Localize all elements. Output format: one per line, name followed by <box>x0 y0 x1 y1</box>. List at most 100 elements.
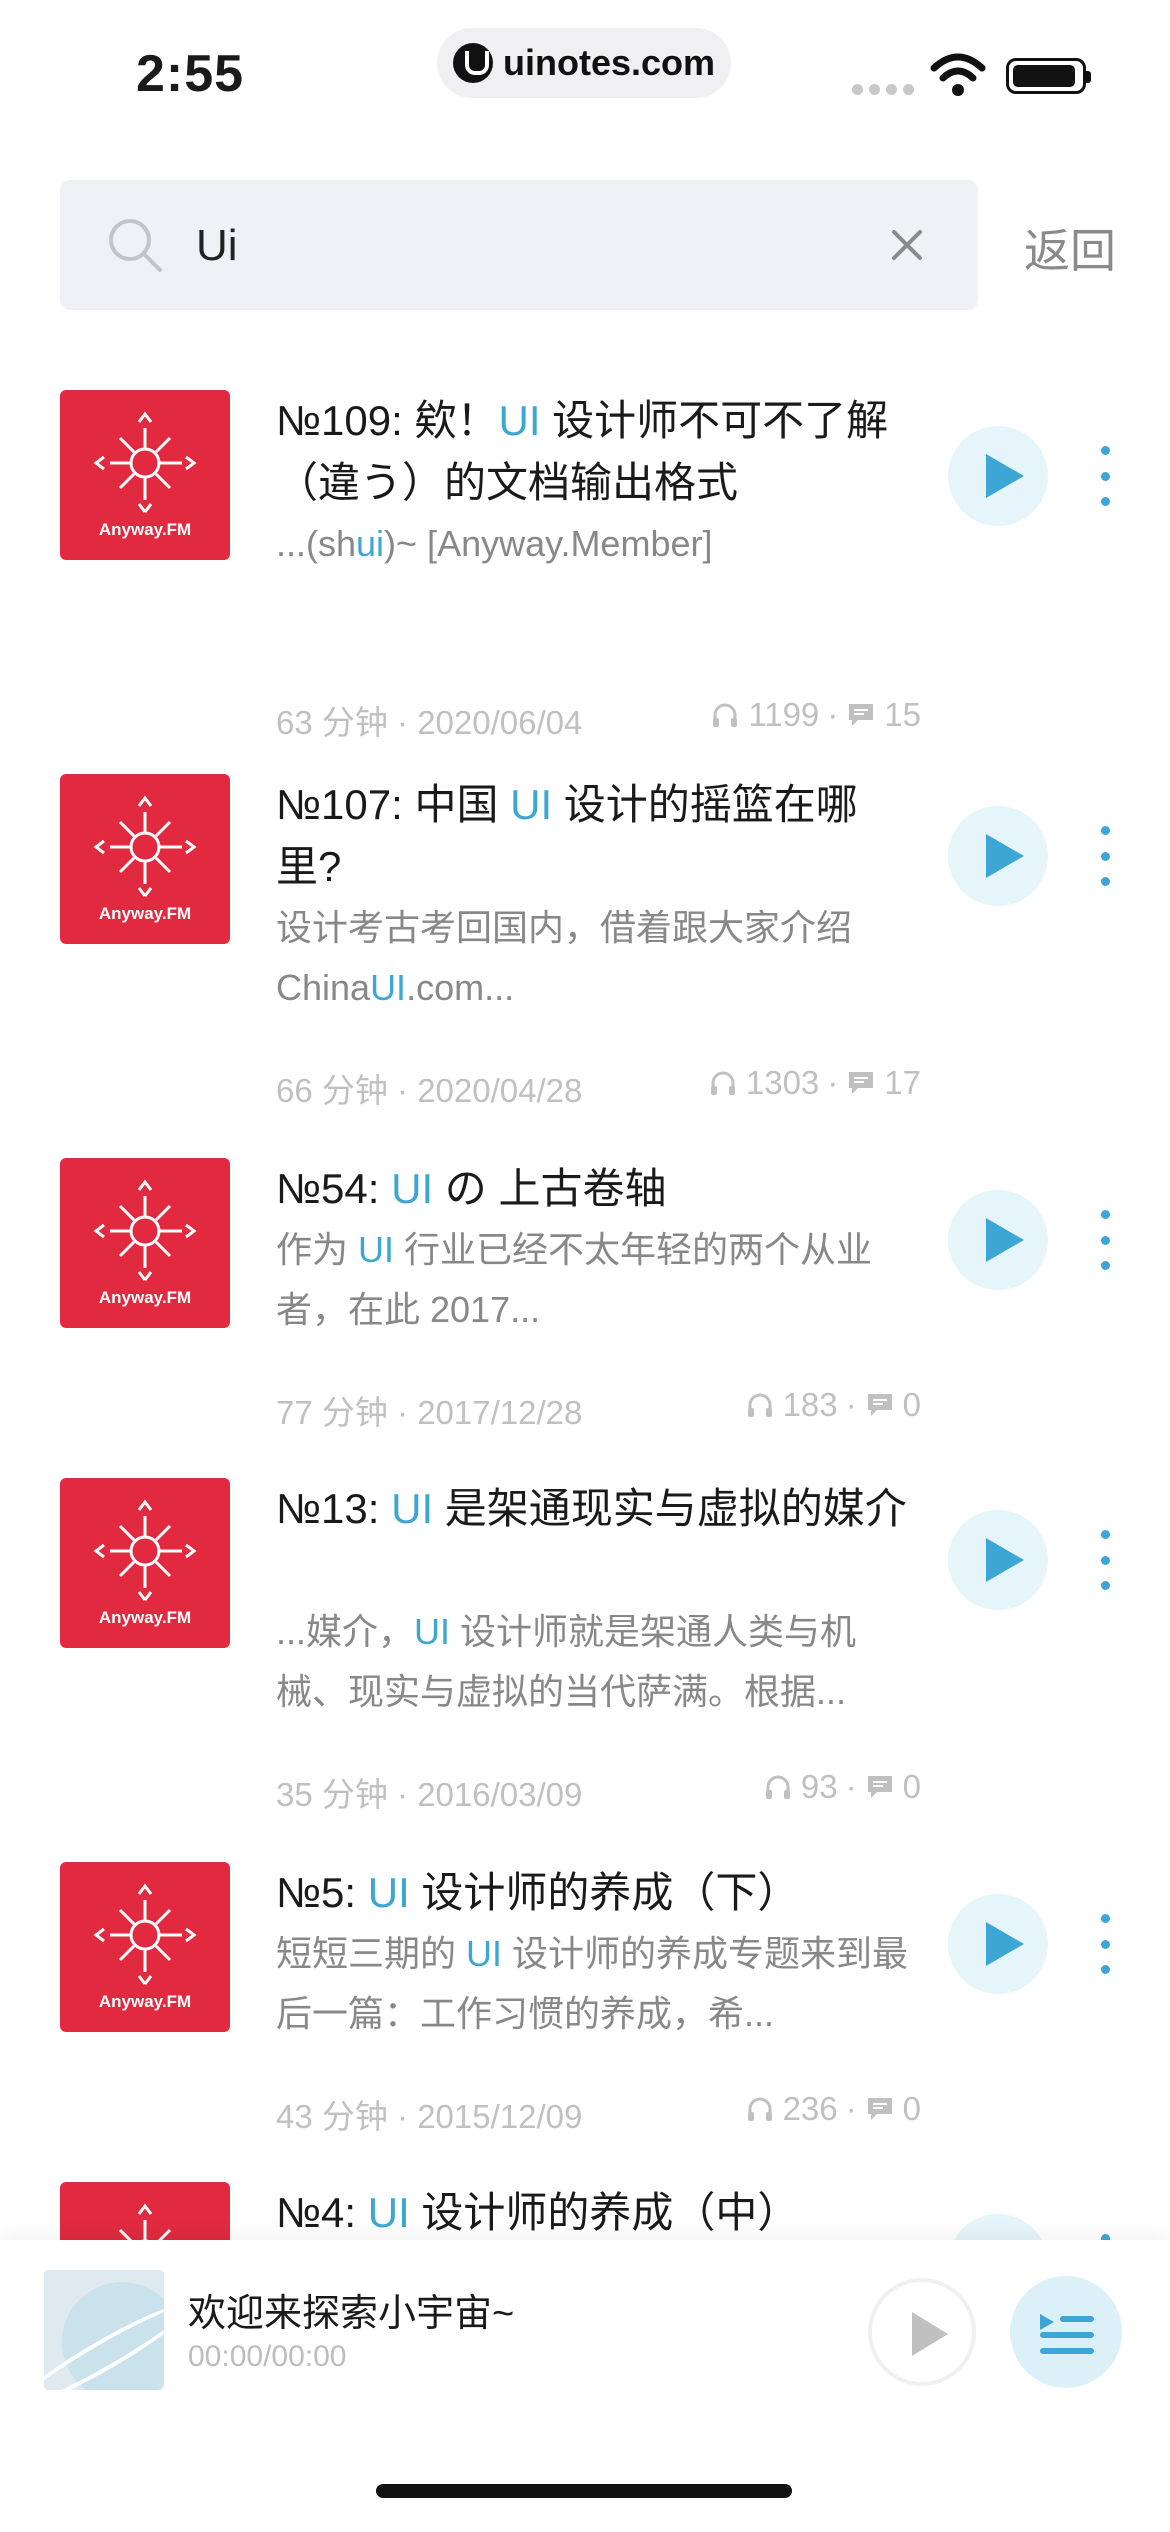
anyway-logo-icon <box>93 1883 197 1985</box>
more-options-icon[interactable] <box>1090 1914 1120 1974</box>
episode-cover[interactable]: Anyway.FM <box>60 1478 230 1648</box>
duration-date: 63 分钟 · 2020/06/04 <box>276 704 583 741</box>
episode-cover[interactable]: Anyway.FM <box>60 1862 230 2032</box>
desc-text: ...(sh <box>276 523 357 564</box>
title-text: №5: <box>276 1869 368 1916</box>
comment-count: 17 <box>884 1064 921 1101</box>
duration-date: 66 分钟 · 2020/04/28 <box>276 1072 583 1109</box>
play-count: 1199 <box>748 696 820 733</box>
episode-title[interactable]: №107: 中国 UI 设计的摇篮在哪里? <box>276 774 916 898</box>
comment-icon <box>867 1394 892 1416</box>
headphones-icon <box>747 2097 772 2121</box>
play-count: 93 <box>800 1768 838 1805</box>
desc-text: 设计考古考回国内，借着跟大家介绍 China <box>276 907 853 1008</box>
title-text: 设计师的养成（下） <box>409 1869 800 1916</box>
title-highlight: UI <box>367 1869 410 1916</box>
clear-icon[interactable] <box>886 224 928 266</box>
player-title: 欢迎来探索小宇宙~ <box>188 2293 515 2335</box>
headphones-icon <box>710 1071 735 1095</box>
desc-highlight: UI <box>358 1229 395 1270</box>
episode-description: ...(shui)~ [Anyway.Member] <box>276 514 916 574</box>
episode-description: 设计考古考回国内，借着跟大家介绍 ChinaUI.com... <box>276 898 916 1018</box>
desc-highlight: UI <box>370 967 407 1008</box>
episode-meta: 66 分钟 · 2020/04/28 1303 · 17 <box>276 1064 921 1114</box>
anyway-logo-icon <box>93 411 197 513</box>
playlist-button[interactable] <box>1010 2276 1122 2388</box>
headphones-icon <box>765 1775 790 1799</box>
anyway-logo-icon <box>93 795 197 897</box>
play-button[interactable] <box>948 1510 1048 1610</box>
play-count: 183 <box>782 1386 838 1423</box>
player-artwork[interactable] <box>44 2270 164 2390</box>
title-text: 设计师的养成（中） <box>409 2189 800 2236</box>
desc-text: 作为 <box>276 1229 359 1270</box>
duration-date: 77 分钟 · 2017/12/28 <box>276 1394 583 1431</box>
title-text: №4: <box>276 2189 368 2236</box>
episode-description: ...媒介，UI 设计师就是架通人类与机械、现实与虚拟的当代萨满。根据... <box>276 1602 916 1722</box>
duration-date: 43 分钟 · 2015/12/09 <box>276 2098 583 2135</box>
desc-text: ...媒介， <box>276 1611 415 1652</box>
title-text: の 上古卷轴 <box>433 1165 667 1212</box>
desc-highlight: ui <box>356 523 385 564</box>
battery-icon <box>1006 58 1091 94</box>
title-highlight: UI <box>510 781 553 828</box>
episode-meta: 43 分钟 · 2015/12/09 236 · 0 <box>276 2090 921 2140</box>
search-input[interactable] <box>194 206 898 286</box>
meta-separator: · <box>845 1768 857 1805</box>
desc-text: )~ [Anyway.Member] <box>384 523 713 564</box>
comment-icon <box>849 704 874 726</box>
episode-title[interactable]: №54: UI の 上古卷轴 <box>276 1158 916 1220</box>
comment-count: 15 <box>884 696 921 733</box>
title-text: №13: <box>276 1485 392 1532</box>
more-options-icon[interactable] <box>1090 1210 1120 1270</box>
headphones-icon <box>713 703 738 727</box>
desc-text: 短短三期的 <box>276 1933 467 1974</box>
cover-brand: Anyway.FM <box>98 1992 192 2011</box>
anyway-logo-icon <box>93 1499 197 1601</box>
url-pill[interactable]: uinotes.com <box>437 28 731 98</box>
desc-highlight: UI <box>414 1611 451 1652</box>
episode-description: 短短三期的 UI 设计师的养成专题来到最后一篇：工作习惯的养成，希... <box>276 1924 916 2044</box>
episode-title[interactable]: №13: UI 是架通现实与虚拟的媒介 <box>276 1478 916 1540</box>
episode-title[interactable]: №4: UI 设计师的养成（中） <box>276 2182 916 2244</box>
anyway-logo-icon <box>93 1179 197 1281</box>
cover-brand: Anyway.FM <box>98 904 192 923</box>
site-logo-icon <box>452 43 493 83</box>
home-indicator <box>376 2484 792 2498</box>
play-button[interactable] <box>948 426 1048 526</box>
episode-meta: 63 分钟 · 2020/06/04 1199 · 15 <box>276 696 921 746</box>
play-button[interactable] <box>948 806 1048 906</box>
more-options-icon[interactable] <box>1090 1530 1120 1590</box>
episode-cover[interactable]: Anyway.FM <box>60 1158 230 1328</box>
comment-count: 0 <box>902 1768 921 1805</box>
more-options-icon[interactable] <box>1090 446 1120 506</box>
episode-title[interactable]: №5: UI 设计师的养成（下） <box>276 1862 916 1924</box>
meta-separator: · <box>845 1386 857 1423</box>
cover-brand: Anyway.FM <box>98 520 192 539</box>
comment-icon <box>849 1072 874 1094</box>
back-button[interactable]: 返回 <box>1024 215 1116 281</box>
more-options-icon[interactable] <box>1090 826 1120 886</box>
playlist-icon <box>1040 2314 1094 2354</box>
episode-cover[interactable]: Anyway.FM <box>60 774 230 944</box>
search-box <box>60 180 978 310</box>
title-highlight: UI <box>391 1165 434 1212</box>
comment-icon <box>867 2098 892 2120</box>
meta-separator: · <box>827 1064 839 1101</box>
cover-brand: Anyway.FM <box>98 1288 192 1307</box>
title-text: №109: 欸！ <box>276 397 499 444</box>
play-button[interactable] <box>948 1894 1048 1994</box>
status-time: 2:55 <box>136 45 245 103</box>
meta-separator: · <box>827 696 839 733</box>
desc-text: .com... <box>406 967 515 1008</box>
meta-separator: · <box>845 2090 857 2127</box>
comment-icon <box>867 1776 892 1798</box>
title-text: №54: <box>276 1165 392 1212</box>
play-button[interactable] <box>948 1190 1048 1290</box>
episode-title[interactable]: №109: 欸！UI 设计师不可不了解（違う）的文档输出格式 <box>276 390 916 514</box>
play-count: 1303 <box>745 1064 820 1101</box>
url-text: uinotes.com <box>502 42 716 83</box>
player-play-button[interactable] <box>868 2278 976 2386</box>
episode-meta: 35 分钟 · 2016/03/09 93 · 0 <box>276 1768 921 1818</box>
episode-cover[interactable]: Anyway.FM <box>60 390 230 560</box>
